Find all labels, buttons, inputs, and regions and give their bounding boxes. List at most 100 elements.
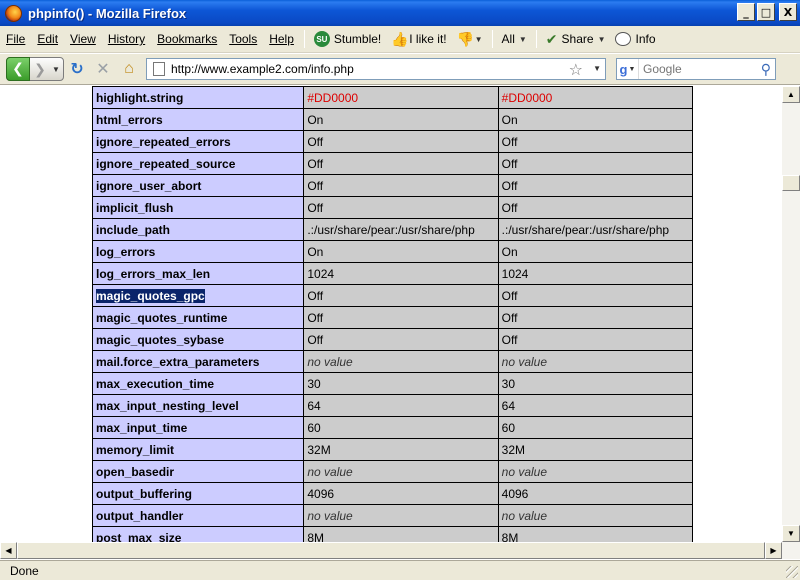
forward-button[interactable]: ❯ [30, 61, 50, 78]
url-dropdown-icon[interactable]: ▼ [593, 64, 601, 73]
master-value-cell: 64 [497, 394, 694, 417]
master-value-cell: Off [497, 306, 694, 329]
thumbs-down-button[interactable]: 👎 ▼ [452, 28, 488, 50]
i-like-it-button[interactable]: 👍 I like it! [386, 28, 451, 50]
local-value-cell: 32M [303, 438, 499, 461]
status-text: Done [10, 563, 39, 578]
local-value-cell: Off [303, 196, 499, 219]
master-value-cell: Off [497, 196, 694, 219]
local-value-cell: 1024 [303, 262, 499, 285]
directive-name-cell: post_max_size [91, 526, 305, 543]
menu-file-label: File [6, 32, 26, 46]
url-text[interactable]: http://www.example2.com/info.php [171, 62, 354, 76]
table-row: ignore_repeated_errors Off Off [91, 130, 694, 153]
horizontal-scrollbar[interactable]: ◀ ▶ [0, 542, 800, 559]
directive-name-cell: include_path [91, 218, 305, 241]
menu-tools[interactable]: Tools [223, 29, 263, 49]
directive-name: magic_quotes_gpc [96, 288, 205, 303]
back-button[interactable]: ❮ [6, 56, 30, 81]
local-value-cell: 64 [303, 394, 499, 417]
scroll-left-button[interactable]: ◀ [0, 542, 17, 559]
master-value-cell: Off [497, 130, 694, 153]
vertical-scroll-thumb[interactable] [782, 175, 800, 191]
url-bar[interactable]: http://www.example2.com/info.php ☆ ▼ [146, 58, 606, 80]
master-value-cell: Off [497, 284, 694, 307]
master-value-cell: 8M [497, 526, 694, 542]
directive-name-cell: max_execution_time [91, 372, 305, 395]
all-dropdown[interactable]: All ▼ [497, 28, 532, 50]
table-row: implicit_flush Off Off [91, 196, 694, 219]
search-engine-google-icon[interactable]: g ▼ [617, 59, 639, 79]
window-controls: _ □ X [737, 3, 797, 21]
menu-file[interactable]: File [0, 29, 31, 49]
scroll-down-button[interactable]: ▼ [782, 525, 800, 542]
search-icon[interactable]: ⚲ [761, 61, 771, 78]
thumbs-down-icon: 👎 [456, 31, 475, 47]
resize-grip[interactable] [786, 566, 798, 578]
info-button[interactable]: Info [610, 28, 660, 50]
table-row: max_input_nesting_level 64 64 [91, 394, 694, 417]
menu-help-label: Help [269, 32, 294, 46]
directive-name-cell: memory_limit [91, 438, 305, 461]
directive-name: max_input_nesting_level [96, 398, 239, 413]
menu-view[interactable]: View [64, 29, 102, 49]
share-button[interactable]: ✔ Share ▼ [541, 28, 611, 50]
menu-bookmarks[interactable]: Bookmarks [151, 29, 223, 49]
master-value-cell: no value [497, 460, 694, 483]
bookmark-star-icon[interactable]: ☆ [569, 60, 583, 80]
vertical-scrollbar[interactable]: ▲ ▼ [782, 86, 800, 542]
local-value-cell: Off [303, 130, 499, 153]
table-row: ignore_user_abort Off Off [91, 174, 694, 197]
directive-name: ignore_repeated_errors [96, 134, 231, 149]
chevron-down-icon: ▼ [597, 34, 606, 44]
reload-button[interactable]: ↻ [64, 57, 90, 81]
directive-name: mail.force_extra_parameters [96, 354, 260, 369]
home-button[interactable]: ⌂ [116, 57, 142, 81]
stumble-button[interactable]: SU Stumble! [309, 28, 386, 50]
scroll-up-button[interactable]: ▲ [782, 86, 800, 103]
navigation-bar: ❮ ❯ ▼ ↻ ✕ ⌂ http://www.example2.com/info… [0, 54, 800, 85]
directive-name: output_handler [96, 508, 184, 523]
local-value-cell: 30 [303, 372, 499, 395]
local-value-cell: .:/usr/share/pear:/usr/share/php [303, 218, 499, 241]
table-row: log_errors_max_len 1024 1024 [91, 262, 694, 285]
toolbar-separator [535, 30, 537, 48]
local-value-cell: Off [303, 152, 499, 175]
window-title: phpinfo() - Mozilla Firefox [28, 5, 187, 21]
directive-name-cell: open_basedir [91, 460, 305, 483]
stop-button[interactable]: ✕ [90, 57, 116, 81]
back-forward-group: ❮ ❯ ▼ [6, 56, 64, 81]
directive-name: post_max_size [96, 530, 182, 543]
scroll-right-button[interactable]: ▶ [765, 542, 782, 559]
master-value-cell: Off [497, 174, 694, 197]
directive-name: memory_limit [96, 442, 175, 457]
share-icon: ✔ [545, 30, 558, 47]
master-value-cell: no value [497, 350, 694, 373]
minimize-button[interactable]: _ [737, 3, 755, 21]
horizontal-scroll-thumb[interactable] [17, 542, 765, 559]
master-value-cell: 4096 [497, 482, 694, 505]
directive-name: ignore_user_abort [96, 178, 202, 193]
directive-name: html_errors [96, 112, 163, 127]
firefox-logo-icon [5, 4, 22, 22]
directive-name-cell: magic_quotes_gpc [91, 284, 305, 307]
directive-name-cell: ignore_user_abort [91, 174, 305, 197]
stumbleupon-icon: SU [313, 31, 330, 47]
local-value-cell: On [303, 240, 499, 263]
table-row: output_handler no value no value [91, 504, 694, 527]
menu-help[interactable]: Help [263, 29, 300, 49]
directive-name-cell: highlight.string [91, 86, 305, 109]
menu-edit[interactable]: Edit [31, 29, 64, 49]
history-dropdown-icon[interactable]: ▼ [50, 65, 62, 74]
close-button[interactable]: X [779, 3, 797, 21]
table-row: max_execution_time 30 30 [91, 372, 694, 395]
local-value-cell: no value [303, 460, 499, 483]
local-value-cell: 60 [303, 416, 499, 439]
directive-name: output_buffering [96, 486, 192, 501]
search-input[interactable] [639, 62, 749, 76]
menu-history[interactable]: History [102, 29, 151, 49]
directive-name: highlight.string [96, 90, 184, 105]
directive-name-cell: html_errors [91, 108, 305, 131]
maximize-button[interactable]: □ [757, 3, 775, 21]
master-value-cell: On [497, 240, 694, 263]
